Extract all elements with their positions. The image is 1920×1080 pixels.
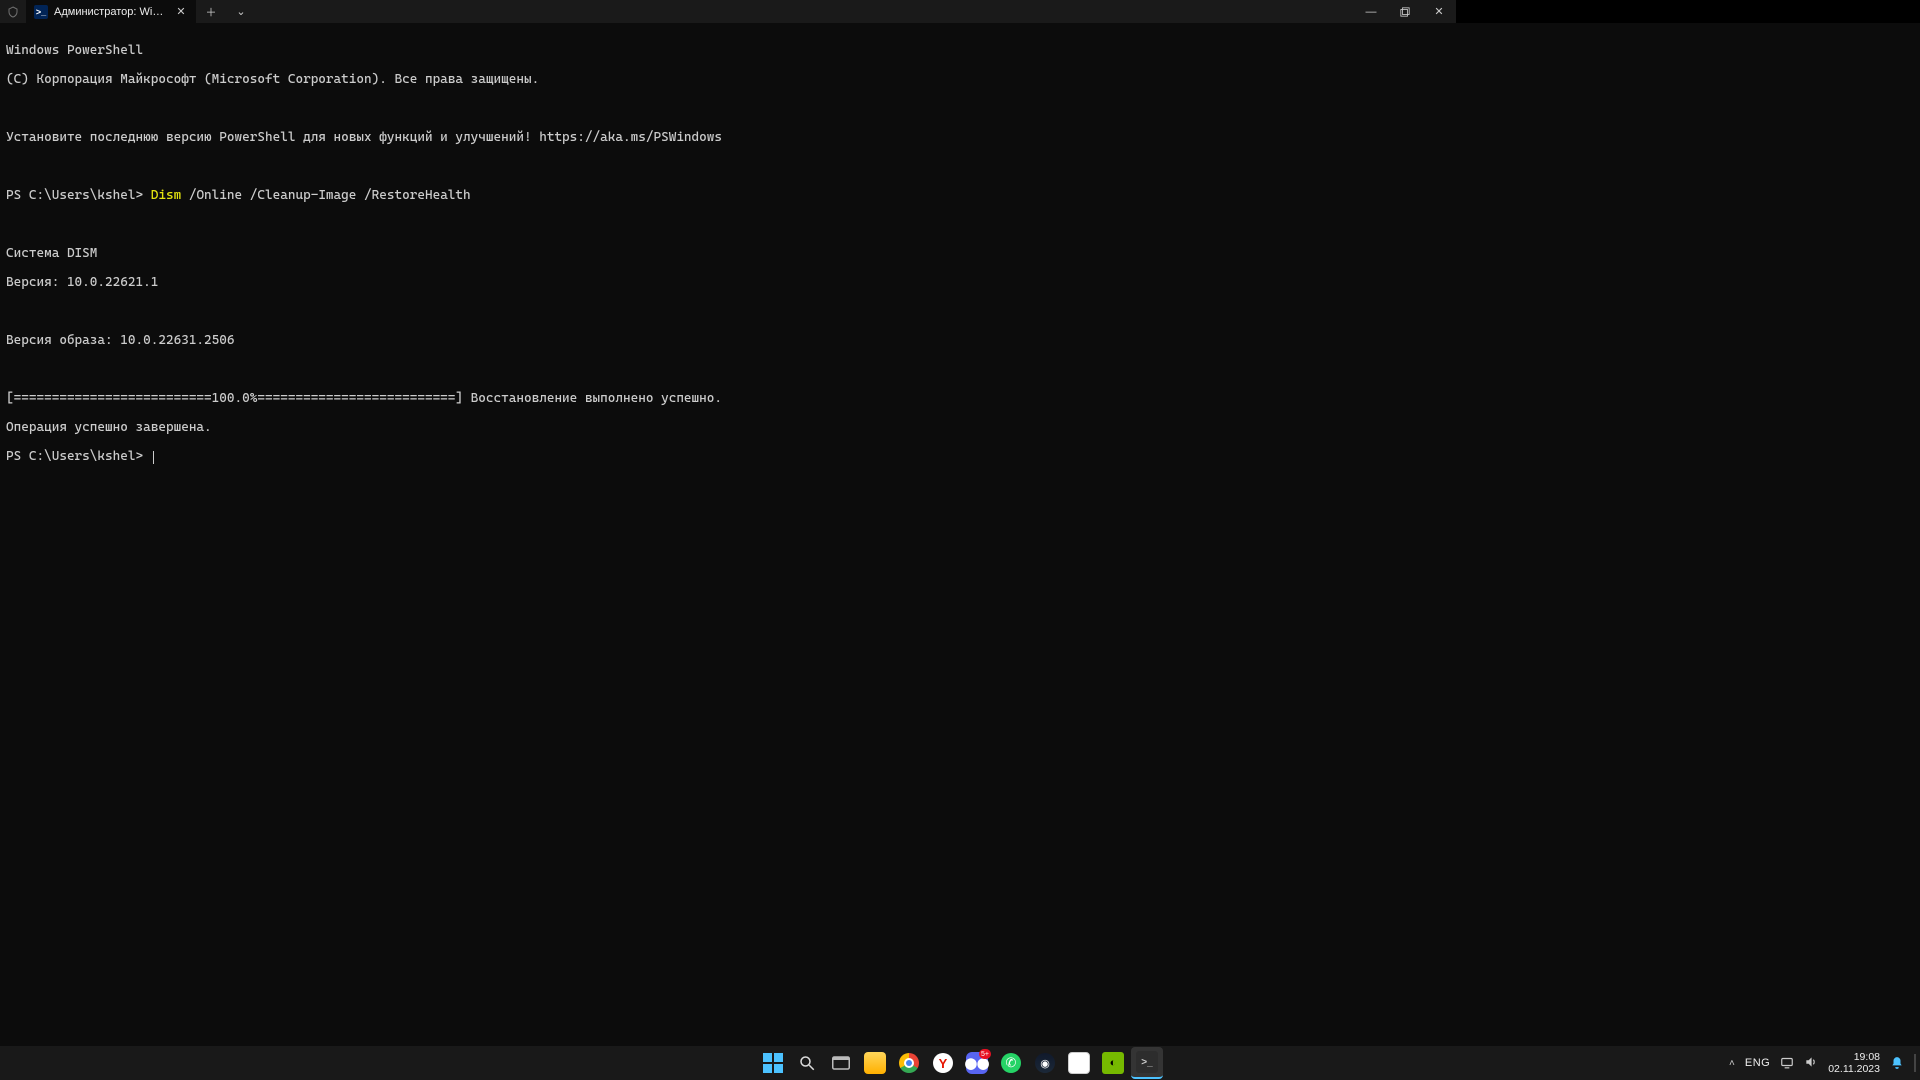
generic-app-icon (1068, 1052, 1090, 1074)
close-tab-button[interactable]: ✕ (174, 5, 188, 18)
terminal-line: Windows PowerShell (6, 44, 1914, 59)
file-explorer-button[interactable] (859, 1047, 891, 1079)
yandex-browser-button[interactable]: Y (927, 1047, 959, 1079)
terminal-taskbar-button[interactable]: >_ (1131, 1047, 1163, 1079)
close-window-button[interactable]: ✕ (1422, 0, 1456, 23)
terminal-line: Версия: 10.0.22621.1 (6, 276, 1914, 291)
terminal-line: Cистема DISM (6, 247, 1914, 262)
steam-icon: ◉ (1035, 1053, 1055, 1073)
new-tab-button[interactable]: ＋ (196, 0, 226, 23)
nvidia-button[interactable]: ◐ (1097, 1047, 1129, 1079)
prompt: PS C:\Users\kshel> (6, 188, 143, 203)
start-button[interactable] (757, 1047, 789, 1079)
task-view-icon (832, 1056, 850, 1070)
chrome-icon (899, 1053, 919, 1073)
terminal-command-line: PS C:\Users\kshel> Dism /Online /Cleanup… (6, 189, 1914, 204)
terminal-line (6, 160, 1914, 175)
terminal-line: (C) Корпорация Майкрософт (Microsoft Cor… (6, 73, 1914, 88)
folder-icon (864, 1052, 886, 1074)
yandex-icon: Y (933, 1053, 953, 1073)
search-button[interactable] (791, 1047, 823, 1079)
whatsapp-button[interactable]: ✆ (995, 1047, 1027, 1079)
tab-dropdown-button[interactable]: ⌄ (226, 0, 256, 23)
volume-icon[interactable] (1804, 1055, 1818, 1072)
terminal-line (6, 102, 1914, 117)
titlebar-drag-area[interactable] (256, 0, 1354, 23)
taskbar-center-icons: Y ⬤⬤ 5+ ✆ ◉ ◐ >_ (757, 1046, 1163, 1080)
maximize-button[interactable] (1388, 0, 1422, 23)
command-args: /Online /Cleanup-Image /RestoreHealth (181, 188, 470, 203)
notification-badge: 5+ (979, 1049, 991, 1059)
task-view-button[interactable] (825, 1047, 857, 1079)
terminal-line: Операция успешно завершена. (6, 421, 1914, 436)
windows-logo-icon (763, 1053, 783, 1073)
notifications-button[interactable] (1890, 1056, 1904, 1070)
powershell-icon: >_ (34, 5, 48, 19)
terminal-line: Версия образа: 10.0.22631.2506 (6, 334, 1914, 349)
search-icon (798, 1054, 816, 1072)
chrome-button[interactable] (893, 1047, 925, 1079)
terminal-line: [==========================100.0%=======… (6, 392, 1914, 407)
terminal-icon: >_ (1136, 1051, 1158, 1073)
terminal-line (6, 218, 1914, 233)
terminal-output-area[interactable]: Windows PowerShell (C) Корпорация Майкро… (0, 23, 1920, 1046)
clock-date: 02.11.2023 (1828, 1063, 1880, 1075)
terminal-prompt-line: PS C:\Users\kshel> (6, 450, 1914, 465)
window-titlebar: >_ Администратор: Windows Pc ✕ ＋ ⌄ — ✕ (0, 0, 1456, 23)
tab-title: Администратор: Windows Pc (54, 6, 168, 18)
clock-time: 19:08 (1828, 1051, 1880, 1063)
terminal-tab[interactable]: >_ Администратор: Windows Pc ✕ (26, 0, 196, 23)
shield-icon (0, 0, 26, 23)
whatsapp-icon: ✆ (1001, 1053, 1021, 1073)
prompt: PS C:\Users\kshel> (6, 449, 143, 464)
terminal-line (6, 305, 1914, 320)
app-button-1[interactable] (1063, 1047, 1095, 1079)
terminal-line: Установите последнюю версию PowerShell д… (6, 131, 1914, 146)
terminal-line (6, 363, 1914, 378)
discord-button[interactable]: ⬤⬤ 5+ (961, 1047, 993, 1079)
clock[interactable]: 19:08 02.11.2023 (1828, 1051, 1880, 1075)
tray-overflow-button[interactable]: ˄ (1729, 1058, 1735, 1069)
system-tray: ˄ ENG 19:08 02.11.2023 (1729, 1046, 1916, 1080)
minimize-button[interactable]: — (1354, 0, 1388, 23)
language-indicator[interactable]: ENG (1745, 1057, 1770, 1069)
text-cursor (153, 451, 154, 464)
show-desktop-button[interactable] (1914, 1054, 1916, 1072)
nvidia-icon: ◐ (1102, 1052, 1124, 1074)
command: Dism (151, 188, 181, 203)
steam-button[interactable]: ◉ (1029, 1047, 1061, 1079)
taskbar: Y ⬤⬤ 5+ ✆ ◉ ◐ >_ ˄ ENG 19:08 (0, 1046, 1920, 1080)
network-icon[interactable] (1780, 1055, 1794, 1072)
